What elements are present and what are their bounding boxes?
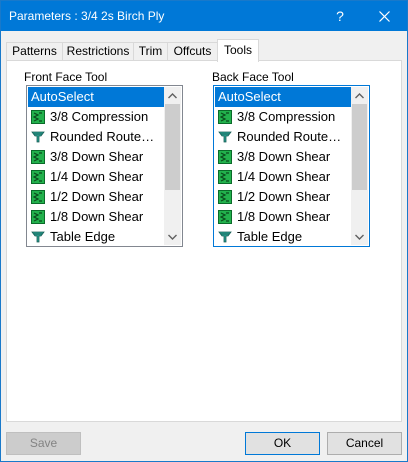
ok-button[interactable]: OK: [245, 432, 320, 455]
green-bit-icon: [218, 210, 232, 224]
tab-strip: Patterns Restrictions Trim Offcuts Tools: [1, 39, 407, 62]
scroll-thumb[interactable]: [352, 104, 367, 190]
list-item-label: 3/8 Down Shear: [50, 149, 144, 164]
list-item[interactable]: 1/4 Down Shear: [28, 167, 164, 187]
list-item-label: AutoSelect: [218, 89, 281, 104]
window-title: Parameters : 3/4 2s Birch Ply: [9, 9, 165, 23]
title-bar[interactable]: Parameters : 3/4 2s Birch Ply ?: [1, 1, 407, 31]
green-bit-icon: [31, 150, 45, 164]
chevron-up-icon: [355, 92, 364, 98]
tab-patterns[interactable]: Patterns: [6, 42, 63, 61]
list-item-label: 3/8 Down Shear: [237, 149, 331, 164]
list-item-label: Table Edge: [50, 229, 116, 244]
list-item[interactable]: 3/8 Compression: [215, 107, 351, 127]
list-item-label: Table Edge: [237, 229, 303, 244]
front-face-tool-label: Front Face Tool: [24, 70, 108, 84]
back-face-tool-rows: AutoSelect 3/8 Compression Rounded Route… 3…: [215, 87, 351, 246]
back-list-scrollbar[interactable]: [351, 87, 368, 245]
list-item[interactable]: Rounded Route…: [215, 127, 351, 147]
tab-tools[interactable]: Tools: [217, 39, 259, 62]
tools-panel: Front Face Tool AutoSelect 3/8 Compressio…: [6, 60, 402, 422]
list-item[interactable]: Rounded Route…: [28, 127, 164, 147]
front-face-tool-list[interactable]: AutoSelect 3/8 Compression Rounded Route… 3…: [26, 85, 183, 247]
list-item[interactable]: 1/4 Down Shear: [215, 167, 351, 187]
back-face-tool-list[interactable]: AutoSelect 3/8 Compression Rounded Route… 3…: [213, 85, 370, 247]
scroll-up-button[interactable]: [164, 87, 181, 104]
teal-router-icon: [31, 131, 45, 143]
list-item-label: 1/2 Down Shear: [50, 189, 144, 204]
front-face-tool-rows: AutoSelect 3/8 Compression Rounded Route… 3…: [28, 87, 164, 246]
green-bit-icon: [218, 110, 232, 124]
list-item-label: 1/8 Down Shear: [50, 209, 144, 224]
list-item-label: Rounded Route…: [237, 129, 342, 144]
list-item[interactable]: 3/8 Compression: [28, 107, 164, 127]
green-bit-icon: [31, 190, 45, 204]
help-button[interactable]: ?: [317, 1, 363, 31]
save-button[interactable]: Save: [6, 432, 81, 455]
tab-trim[interactable]: Trim: [133, 42, 168, 61]
tab-offcuts[interactable]: Offcuts: [167, 42, 218, 61]
list-item-label: 1/4 Down Shear: [237, 169, 331, 184]
list-item[interactable]: Table Edge: [28, 227, 164, 246]
scroll-down-button[interactable]: [164, 228, 181, 245]
scroll-thumb[interactable]: [165, 104, 180, 190]
list-item[interactable]: 3/8 Down Shear: [28, 147, 164, 167]
parameters-dialog: Parameters : 3/4 2s Birch Ply ? Patterns…: [0, 0, 408, 462]
list-item[interactable]: AutoSelect: [215, 87, 351, 107]
close-icon: [378, 10, 390, 22]
green-bit-icon: [31, 210, 45, 224]
front-list-scrollbar[interactable]: [164, 87, 181, 245]
green-bit-icon: [31, 110, 45, 124]
back-face-tool-label: Back Face Tool: [212, 70, 294, 84]
green-bit-icon: [218, 170, 232, 184]
cancel-button[interactable]: Cancel: [327, 432, 402, 455]
scroll-up-button[interactable]: [351, 87, 368, 104]
list-item[interactable]: 1/8 Down Shear: [28, 207, 164, 227]
list-item-label: 3/8 Compression: [237, 109, 336, 124]
chevron-down-icon: [168, 234, 177, 240]
scroll-down-button[interactable]: [351, 228, 368, 245]
list-item[interactable]: 1/8 Down Shear: [215, 207, 351, 227]
green-bit-icon: [218, 150, 232, 164]
list-item[interactable]: AutoSelect: [28, 87, 164, 107]
list-item[interactable]: 1/2 Down Shear: [215, 187, 351, 207]
green-bit-icon: [218, 190, 232, 204]
teal-router-icon: [218, 131, 232, 143]
list-item-label: Rounded Route…: [50, 129, 155, 144]
list-item-label: 3/8 Compression: [50, 109, 149, 124]
list-item[interactable]: 1/2 Down Shear: [28, 187, 164, 207]
list-item-label: 1/4 Down Shear: [50, 169, 144, 184]
green-bit-icon: [31, 170, 45, 184]
close-button[interactable]: [361, 1, 407, 31]
list-item[interactable]: 3/8 Down Shear: [215, 147, 351, 167]
list-item-label: AutoSelect: [31, 89, 94, 104]
help-icon: ?: [336, 8, 344, 24]
list-item[interactable]: Table Edge: [215, 227, 351, 246]
tab-restrictions[interactable]: Restrictions: [62, 42, 134, 61]
teal-router-icon: [218, 231, 232, 243]
chevron-down-icon: [355, 234, 364, 240]
chevron-up-icon: [168, 92, 177, 98]
list-item-label: 1/8 Down Shear: [237, 209, 331, 224]
list-item-label: 1/2 Down Shear: [237, 189, 331, 204]
teal-router-icon: [31, 231, 45, 243]
